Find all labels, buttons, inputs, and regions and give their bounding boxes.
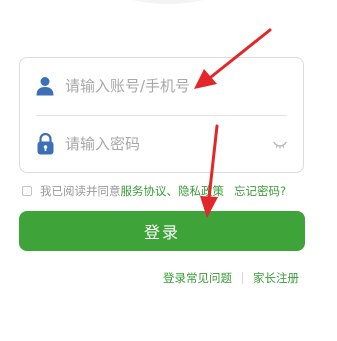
login-page: 我已阅读并同意 服务协议 、 隐私政策 忘记密码? 登录 登录常见问题 家长注册	[0, 0, 337, 341]
account-field-row	[20, 58, 303, 114]
agreement-prefix: 我已阅读并同意	[40, 184, 121, 198]
forgot-password-link[interactable]: 忘记密码?	[234, 183, 286, 199]
agreement-row: 我已阅读并同意 服务协议 、 隐私政策 忘记密码?	[22, 183, 312, 199]
privacy-policy-link[interactable]: 隐私政策	[178, 183, 224, 199]
account-input[interactable]	[65, 72, 273, 100]
login-card	[19, 57, 304, 173]
password-field-row	[20, 116, 303, 172]
eye-closed-icon[interactable]	[272, 140, 288, 150]
lock-icon	[35, 132, 55, 156]
login-button[interactable]: 登录	[19, 211, 305, 251]
agreement-separator: 、	[166, 184, 179, 198]
login-faq-link[interactable]: 登录常见问题	[163, 270, 232, 286]
agreement-checkbox[interactable]	[22, 186, 32, 196]
footer-divider	[242, 272, 243, 284]
parent-register-link[interactable]: 家长注册	[253, 270, 299, 286]
password-input[interactable]	[65, 130, 273, 158]
footer-links: 登录常见问题 家长注册	[163, 270, 299, 286]
top-decoration	[118, 0, 218, 4]
person-icon	[35, 74, 55, 98]
service-agreement-link[interactable]: 服务协议	[121, 183, 167, 199]
